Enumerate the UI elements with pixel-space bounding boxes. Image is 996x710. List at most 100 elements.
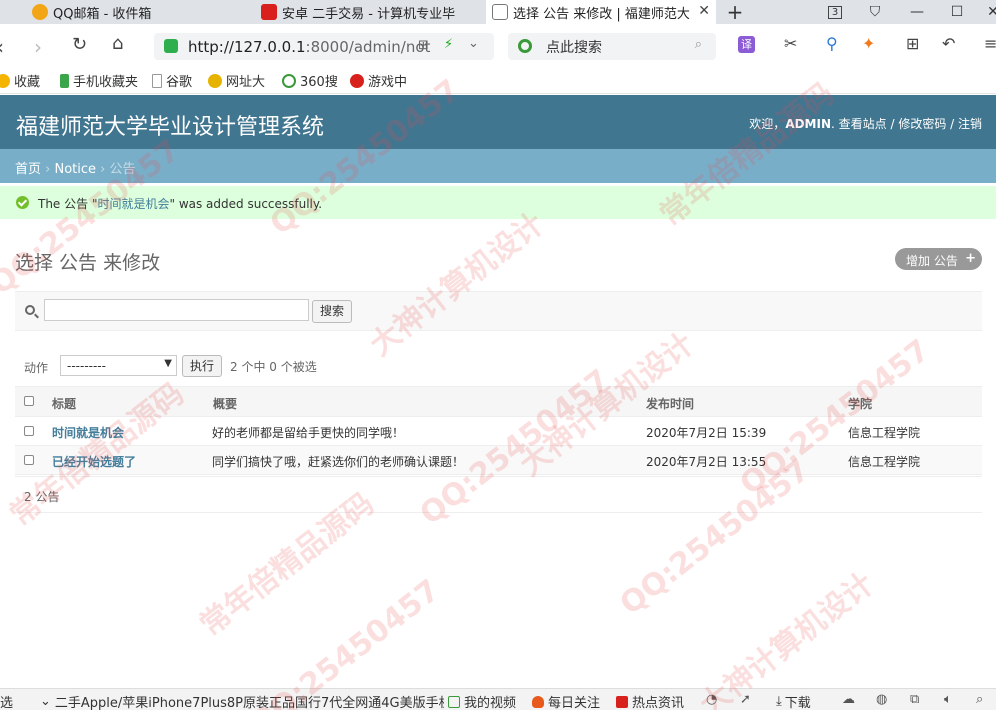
chevron-down-icon[interactable]: ⌄ [468,36,479,51]
bookmark-google[interactable]: 谷歌 [152,71,192,90]
row-college: 信息工程学院 [848,426,921,440]
row-title-link[interactable]: 时间就是机会 [52,424,124,441]
android-site-icon [261,4,277,20]
column-college[interactable]: 学院 [848,395,872,412]
tab-count-badge[interactable]: 3 [820,0,850,24]
search-toolbar: 搜索 [15,291,982,331]
status-news-ticker[interactable]: ⌄ 二手Apple/苹果iPhone7Plus8P原装正品国行7代全网通4G美版手… [40,692,444,710]
column-title[interactable]: 标题 [52,395,76,412]
status-window-icon[interactable]: ⧉ [910,692,919,707]
row-time: 2020年7月2日 15:39 [646,426,767,440]
news-icon [616,695,628,708]
success-message: The 公告 "时间就是机会" was added successfully. [0,186,996,219]
status-zoom-icon[interactable]: ⌕ [976,692,983,707]
back-icon[interactable]: ‹ [0,35,4,59]
message-object-link[interactable]: 时间就是机会 [97,197,169,211]
address-bar[interactable]: http://127.0.0.1:8000/admin/not ⊞ ⚡ ⌄ [154,33,494,60]
row-time: 2020年7月2日 13:55 [646,455,767,469]
breadcrumb-current: 公告 [109,162,136,177]
action-select[interactable]: --------- ▼ [60,355,177,376]
shirt-icon[interactable]: ⛉ [860,0,890,24]
home-icon[interactable]: ⌂ [112,33,123,54]
row-checkbox[interactable] [24,426,34,436]
action-go-button[interactable]: 执行 [182,355,222,377]
menu-icon[interactable]: ≡ [984,34,996,53]
secure-shield-icon [164,39,178,53]
bookmark-directory[interactable]: 网址大 [208,71,265,90]
bookmark-favorites[interactable]: 收藏 [0,71,40,90]
browser-search-box[interactable]: 点此搜索 ⌕ [508,33,716,60]
search-360-icon [282,73,296,88]
username: ADMIN [785,117,832,131]
tab-close-icon[interactable]: ✕ [698,3,710,19]
url-path: :8000/admin/not [305,37,431,56]
status-volume-icon[interactable]: 🔈︎ [944,692,952,707]
find-icon[interactable]: ⚲ [826,34,838,53]
minimize-icon[interactable]: — [902,0,932,24]
plus-icon: + [965,251,976,266]
forward-icon[interactable]: › [34,35,42,59]
star-icon [0,73,10,88]
status-daily-focus[interactable]: 每日关注 [532,692,600,710]
row-title-link[interactable]: 已经开始选题了 [52,453,136,470]
breadcrumb-app[interactable]: Notice [54,162,96,177]
translate-icon[interactable]: 译 [738,36,755,53]
reload-icon[interactable]: ↻ [72,34,87,55]
row-summary: 好的老师都是留给手更快的同学哦！ [212,426,405,440]
success-check-icon [16,196,29,209]
video-icon [448,695,460,708]
column-publish-time[interactable]: 发布时间 [646,395,694,412]
apps-grid-icon[interactable]: ⊞ [906,34,919,53]
game-icon [350,73,364,88]
page-title: 选择 公告 来修改 [15,252,161,274]
maximize-icon[interactable]: ☐ [942,0,972,24]
magnifier-icon[interactable]: ⌕ [695,37,702,52]
browser-nav-row [0,24,996,68]
search-button[interactable]: 搜索 [312,300,352,323]
user-links[interactable]: . 查看站点 / 修改密码 / 注销 [831,117,982,131]
breadcrumb-home[interactable]: 首页 [15,162,41,177]
new-tab-button[interactable]: + [720,0,750,24]
qr-code-icon[interactable]: ⊞ [418,38,429,53]
status-rocket-icon[interactable]: ➚ [740,692,751,707]
url-host: http://127.0.0.1 [188,37,306,56]
row-checkbox[interactable] [24,455,34,465]
status-cloud-icon[interactable]: ☁ [842,692,855,707]
table-row: 已经开始选题了 同学们搞快了哦，赶紧选你们的老师确认课题！ 2020年7月2日 … [15,446,982,475]
chevron-down-icon: ⌄ [40,694,51,709]
status-my-videos[interactable]: 我的视频 [448,692,516,710]
user-tools: 欢迎，ADMIN. 查看站点 / 修改密码 / 注销 [749,117,982,131]
bookmark-games[interactable]: 游戏中 [350,71,407,90]
bookmark-mobile[interactable]: 手机收藏夹 [60,71,138,90]
undo-icon[interactable]: ↶ [942,34,955,53]
gamepad-icon[interactable]: ✦ [862,34,875,53]
lightning-icon[interactable]: ⚡ [444,37,453,52]
status-download[interactable]: ⤓ 下载 [776,692,811,710]
column-summary[interactable]: 概要 [213,395,237,412]
bookmark-360[interactable]: 360搜 [282,71,338,90]
browser-status-bar: 选 ⌄ 二手Apple/苹果iPhone7Plus8P原装正品国行7代全网通4G美… [0,688,996,710]
search-engine-icon [518,39,532,53]
breadcrumb: 首页 › Notice › 公告 [0,149,996,183]
close-window-icon[interactable]: ✕ [978,0,996,24]
tab-title: 选择 公告 来修改 | 福建师范大 [513,6,690,22]
status-select[interactable]: 选 [0,692,13,710]
status-hot-news[interactable]: 热点资讯 [616,692,684,710]
browser-tab-admin[interactable]: 选择 公告 来修改 | 福建师范大 ✕ [486,0,716,24]
add-notice-button[interactable]: 增加 公告 + [895,248,982,270]
globe-icon [208,73,222,88]
tab-title: 安卓 二手交易 - 计算机专业毕 [282,6,456,22]
search-placeholder: 点此搜索 [546,39,602,56]
browser-tab-qqmail[interactable]: QQ邮箱 - 收件箱 [26,0,252,24]
watermark: 大神计算机设计 [363,206,551,364]
search-input[interactable] [44,299,309,321]
status-speed-icon[interactable]: ◔ [706,692,717,707]
status-browser-icon[interactable]: ◍ [876,692,887,707]
select-all-checkbox[interactable] [24,396,34,406]
browser-tab-strip: QQ邮箱 - 收件箱 安卓 二手交易 - 计算机专业毕 选择 公告 来修改 | … [0,0,996,24]
scissors-icon[interactable]: ✂ [784,34,797,53]
browser-tab-android[interactable]: 安卓 二手交易 - 计算机专业毕 [255,0,481,24]
site-title[interactable]: 福建师范大学毕业设计管理系统 [16,109,324,141]
bookmarks-bar: 收藏 手机收藏夹 谷歌 网址大 360搜 游戏中 [0,68,996,94]
search-icon [25,305,35,315]
